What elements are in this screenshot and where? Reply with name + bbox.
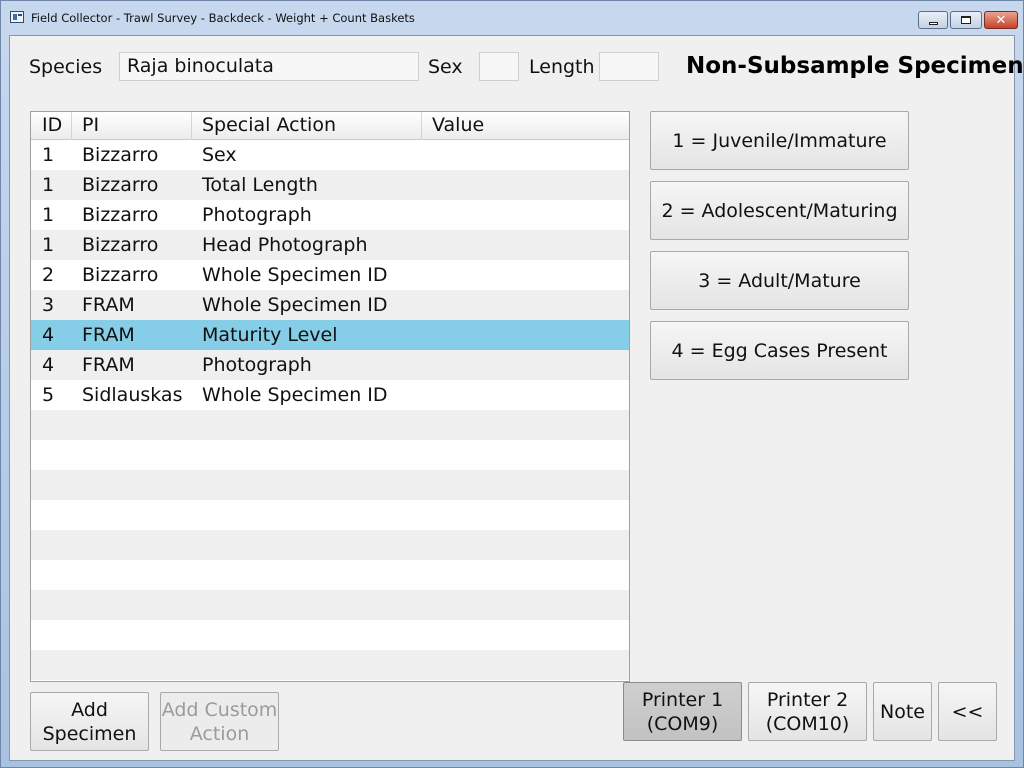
back-button[interactable]: << — [938, 682, 997, 741]
cell-id: 1 — [42, 144, 55, 166]
cell-id: 1 — [42, 174, 55, 196]
cell-id: 2 — [42, 264, 55, 286]
title-bar[interactable]: Field Collector - Trawl Survey - Backdec… — [1, 1, 1023, 35]
cell-special-action: Photograph — [202, 204, 312, 226]
table-row-empty[interactable] — [31, 410, 629, 440]
sex-field[interactable] — [479, 52, 519, 81]
cell-special-action: Whole Specimen ID — [202, 264, 388, 286]
cell-pi: FRAM — [82, 294, 135, 316]
close-icon: ✕ — [995, 12, 1007, 28]
add-specimen-label-line1: Add — [71, 698, 108, 721]
app-icon — [10, 11, 24, 23]
table-row-empty[interactable] — [31, 440, 629, 470]
cell-id: 5 — [42, 384, 55, 406]
cell-pi: Bizzarro — [82, 234, 159, 256]
window-title: Field Collector - Trawl Survey - Backdec… — [31, 11, 415, 25]
table-row-empty[interactable] — [31, 470, 629, 500]
table-row[interactable]: 4 FRAM Photograph — [31, 350, 629, 380]
printer-1-port: (COM9) — [646, 712, 719, 735]
printer-1-label: Printer 1 — [641, 688, 724, 711]
add-custom-action-button[interactable]: Add Custom Action — [160, 692, 279, 751]
cell-id: 4 — [42, 324, 55, 346]
minimize-button[interactable] — [918, 11, 948, 29]
maturity-option-1-button[interactable]: 1 = Juvenile/Immature — [650, 111, 909, 170]
cell-value — [422, 200, 629, 230]
cell-value — [422, 140, 629, 170]
cell-value — [422, 320, 629, 350]
cell-special-action: Maturity Level — [202, 324, 338, 346]
column-header-value[interactable]: Value — [422, 112, 629, 140]
main-panel: Species Raja binoculata Sex Length Non-S… — [9, 35, 1024, 761]
table-row[interactable]: 2 Bizzarro Whole Specimen ID — [31, 260, 629, 290]
table-header: ID PI Special Action Value — [31, 112, 629, 140]
minimize-icon — [928, 21, 938, 25]
add-custom-action-label-line2: Action — [189, 722, 250, 745]
close-button[interactable]: ✕ — [984, 11, 1018, 29]
sex-label: Sex — [428, 56, 463, 78]
note-button[interactable]: Note — [873, 682, 932, 741]
cell-id: 3 — [42, 294, 55, 316]
cell-pi: FRAM — [82, 324, 135, 346]
cell-special-action: Total Length — [202, 174, 318, 196]
cell-value — [422, 230, 629, 260]
add-specimen-button[interactable]: Add Specimen — [30, 692, 149, 751]
maximize-icon — [961, 16, 971, 24]
printer-2-port: (COM10) — [765, 712, 850, 735]
table-row-empty[interactable] — [31, 500, 629, 530]
table-row[interactable]: 3 FRAM Whole Specimen ID — [31, 290, 629, 320]
cell-special-action: Whole Specimen ID — [202, 384, 388, 406]
cell-value — [422, 170, 629, 200]
maturity-option-2-button[interactable]: 2 = Adolescent/Maturing — [650, 181, 909, 240]
cell-id: 4 — [42, 354, 55, 376]
table-row-empty[interactable] — [31, 650, 629, 680]
cell-special-action: Whole Specimen ID — [202, 294, 388, 316]
cell-pi: Sidlauskas — [82, 384, 183, 406]
table-row[interactable]: 1 Bizzarro Head Photograph — [31, 230, 629, 260]
cell-pi: Bizzarro — [82, 174, 159, 196]
table-row[interactable]: 5 Sidlauskas Whole Specimen ID — [31, 380, 629, 410]
cell-value — [422, 260, 629, 290]
add-custom-action-label-line1: Add Custom — [161, 698, 278, 721]
table-row[interactable]: 1 Bizzarro Sex — [31, 140, 629, 170]
table-row-empty[interactable] — [31, 560, 629, 590]
cell-special-action: Head Photograph — [202, 234, 368, 256]
column-header-special-action[interactable]: Special Action — [192, 112, 422, 140]
cell-special-action: Sex — [202, 144, 237, 166]
app-window: Field Collector - Trawl Survey - Backdec… — [0, 0, 1024, 768]
column-header-pi[interactable]: PI — [72, 112, 192, 140]
table-row-empty[interactable] — [31, 620, 629, 650]
cell-value — [422, 380, 629, 410]
cell-pi: Bizzarro — [82, 264, 159, 286]
printer-2-button[interactable]: Printer 2 (COM10) — [748, 682, 867, 741]
species-field[interactable]: Raja binoculata — [119, 52, 419, 81]
length-label: Length — [529, 56, 595, 78]
cell-pi: FRAM — [82, 354, 135, 376]
species-label: Species — [29, 56, 103, 78]
table-row[interactable]: 4 FRAM Maturity Level — [31, 320, 629, 350]
table-row[interactable]: 1 Bizzarro Photograph — [31, 200, 629, 230]
maturity-option-3-button[interactable]: 3 = Adult/Mature — [650, 251, 909, 310]
page-title: Non-Subsample Specimen — [686, 53, 1024, 79]
cell-special-action: Photograph — [202, 354, 312, 376]
table-row-empty[interactable] — [31, 590, 629, 620]
cell-pi: Bizzarro — [82, 204, 159, 226]
column-header-id[interactable]: ID — [31, 112, 72, 140]
add-specimen-label-line2: Specimen — [42, 722, 137, 745]
special-actions-table[interactable]: ID PI Special Action Value 1 Bizzarro Sex 1… — [30, 111, 630, 682]
cell-value — [422, 290, 629, 320]
maturity-option-4-button[interactable]: 4 = Egg Cases Present — [650, 321, 909, 380]
cell-value — [422, 350, 629, 380]
length-field[interactable] — [599, 52, 659, 81]
maximize-button[interactable] — [950, 11, 982, 29]
table-row-empty[interactable] — [31, 530, 629, 560]
cell-pi: Bizzarro — [82, 144, 159, 166]
printer-2-label: Printer 2 — [766, 688, 849, 711]
cell-id: 1 — [42, 204, 55, 226]
printer-1-button[interactable]: Printer 1 (COM9) — [623, 682, 742, 741]
cell-id: 1 — [42, 234, 55, 256]
table-row[interactable]: 1 Bizzarro Total Length — [31, 170, 629, 200]
